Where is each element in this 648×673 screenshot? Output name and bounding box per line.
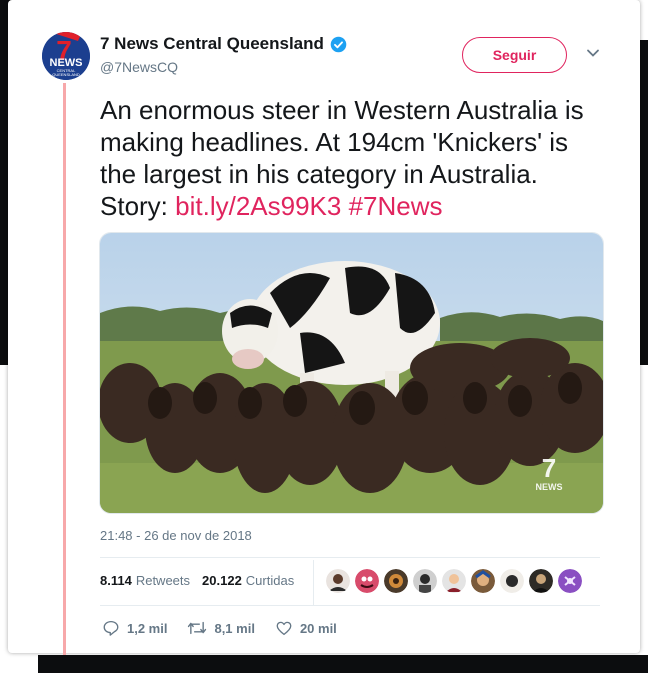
media-watermark-word: NEWS <box>536 482 563 492</box>
chevron-down-icon[interactable] <box>586 46 600 60</box>
retweet-label: Retweets <box>135 573 191 588</box>
liker-avatar[interactable] <box>558 569 582 593</box>
reply-icon <box>103 620 119 636</box>
like-label: Curtidas <box>245 573 295 588</box>
liker-avatars <box>326 569 582 593</box>
liker-avatar[interactable] <box>529 569 553 593</box>
reply-button[interactable]: 1,2 mil <box>102 619 167 637</box>
retweet-icon <box>188 621 207 635</box>
like-button[interactable]: 20 mil <box>275 619 337 637</box>
media-watermark-seven: 7 <box>542 453 556 483</box>
tweet-link[interactable]: bit.ly/2As99K3 <box>175 191 341 221</box>
liker-avatar[interactable] <box>471 569 495 593</box>
liker-avatar[interactable] <box>442 569 466 593</box>
page-backdrop-bottom <box>38 655 648 673</box>
steer-herd-photo: 7 NEWS <box>100 233 603 513</box>
stats-separator <box>313 560 314 606</box>
logo-sub-queensland: QUEENSLAND <box>52 72 80 77</box>
tweet-actions: 1,2 mil 8,1 mil 20 mil <box>102 619 357 637</box>
avatar[interactable]: 7 NEWS CENTRAL QUEENSLAND <box>42 32 90 80</box>
account-name[interactable]: 7 News Central Queensland <box>100 34 347 54</box>
tweet-timestamp[interactable]: 21:48 - 26 de nov de 2018 <box>100 528 252 543</box>
account-name-text[interactable]: 7 News Central Queensland <box>100 34 324 54</box>
account-handle[interactable]: @7NewsCQ <box>100 59 178 75</box>
thread-line <box>63 83 66 655</box>
reply-count: 1,2 mil <box>127 620 168 636</box>
liker-avatar[interactable] <box>326 569 350 593</box>
like-stat[interactable]: 20.122 Curtidas <box>202 573 294 588</box>
tweet-stats: 8.114 Retweets 20.122 Curtidas <box>100 573 306 588</box>
heart-icon <box>276 621 292 636</box>
retweet-button[interactable]: 8,1 mil <box>187 619 255 637</box>
liker-avatar[interactable] <box>355 569 379 593</box>
like-action-count: 20 mil <box>299 620 337 636</box>
retweet-count: 8.114 <box>100 573 132 588</box>
retweet-stat[interactable]: 8.114 Retweets <box>100 573 190 588</box>
tweet-hashtag[interactable]: #7News <box>349 191 443 221</box>
tweet-body: An enormous steer in Western Australia i… <box>100 95 584 221</box>
divider-top <box>100 557 600 558</box>
tweet-media-image[interactable]: 7 NEWS <box>99 232 604 514</box>
liker-avatar[interactable] <box>384 569 408 593</box>
like-count: 20.122 <box>202 573 242 588</box>
liker-avatar[interactable] <box>500 569 524 593</box>
retweet-action-count: 8,1 mil <box>214 620 255 636</box>
verified-badge-icon <box>330 36 347 52</box>
follow-button[interactable]: Seguir <box>462 37 567 73</box>
divider-bottom <box>100 605 600 606</box>
tweet-text: An enormous steer in Western Australia i… <box>100 94 610 222</box>
seven-news-logo: 7 NEWS CENTRAL QUEENSLAND <box>42 32 90 80</box>
liker-avatar[interactable] <box>413 569 437 593</box>
